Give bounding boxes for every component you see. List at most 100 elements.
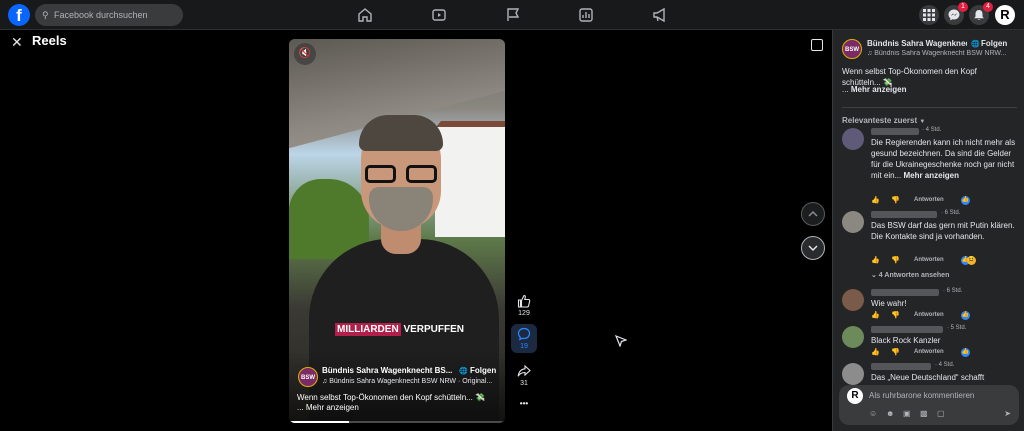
comment-reply-button[interactable]: Antworten	[914, 197, 944, 203]
side-more-link[interactable]: Mehr anzeigen	[851, 85, 907, 94]
comment-text: Das BSW darf das gern mit Putin klären. …	[871, 220, 1017, 242]
comments-panel: BSW Bündnis Sahra Wagenknec... 🌐 Folgen …	[832, 30, 1024, 431]
video-person-glasses	[365, 165, 437, 183]
reel-video[interactable]: 🔇 MILLIARDEN VERPUFFEN BSW Bündnis Sahra…	[289, 39, 505, 423]
comment-reply-button[interactable]: Antworten	[914, 349, 944, 355]
comment-author-blurred[interactable]	[871, 289, 939, 296]
share-icon	[517, 364, 531, 377]
comment-avatar[interactable]	[842, 289, 864, 311]
avatar-sticker-icon[interactable]: ☺	[869, 409, 886, 418]
search-icon: ⚲	[42, 10, 49, 20]
sort-dropdown[interactable]: Relevanteste zuerst ▼	[842, 116, 925, 125]
comment-author-blurred[interactable]	[871, 326, 943, 333]
comment-time[interactable]: · 4 Std.	[935, 362, 954, 368]
comment-dislike-icon[interactable]: 👎	[891, 348, 900, 356]
comment-time[interactable]: · 6 Std.	[943, 288, 962, 294]
mouse-cursor-icon	[615, 335, 627, 347]
comment-dislike-icon[interactable]: 👎	[891, 196, 900, 204]
camera-icon[interactable]: ▣	[903, 409, 920, 418]
facebook-logo[interactable]: f	[8, 4, 30, 26]
comment-count: 19	[520, 343, 528, 350]
like-button[interactable]: 129	[511, 294, 537, 317]
comment-like-icon[interactable]: 👍	[871, 196, 880, 204]
notifications-button[interactable]: 4	[969, 2, 993, 25]
video-progress-bar[interactable]	[289, 421, 505, 423]
comment-icon	[517, 327, 531, 341]
comment-avatar[interactable]	[842, 363, 864, 385]
comment-text: Die Regierenden kann ich nicht mehr als …	[871, 137, 1017, 181]
comment-dislike-icon[interactable]: 👎	[891, 256, 900, 264]
gaming-icon[interactable]	[578, 7, 594, 23]
video-description: Wenn selbst Top-Ökonomen den Kopf schütt…	[297, 393, 485, 402]
video-more-link[interactable]: ... Mehr anzeigen	[297, 403, 359, 412]
share-button[interactable]: 31	[511, 364, 537, 387]
comment-time[interactable]: · 5 Std.	[947, 325, 966, 331]
collapse-panel-icon[interactable]	[811, 39, 823, 51]
view-replies-link[interactable]: ⌄ 4 Antworten ansehen	[871, 271, 949, 279]
comment-body: Das BSW darf das gern mit Putin klären. …	[871, 221, 1015, 241]
comment-composer[interactable]: R Als ruhrbarone kommentieren ☺ ☻ ▣ ▩ ▢ ➤	[839, 385, 1019, 425]
comment-like-icon[interactable]: 👍	[871, 348, 880, 356]
side-audio-label[interactable]: ♫ Bündnis Sahra Wagenknecht BSW NRW...	[867, 50, 1017, 57]
comment-avatar[interactable]	[842, 211, 864, 233]
comment-time[interactable]: · 4 Std.	[922, 127, 941, 133]
previous-reel-button[interactable]	[801, 202, 825, 226]
comment-input[interactable]: Als ruhrbarone kommentieren	[869, 391, 974, 400]
megaphone-icon[interactable]	[652, 7, 668, 23]
thumbs-up-icon	[517, 294, 531, 308]
comment-author-blurred[interactable]	[871, 128, 919, 135]
chevron-up-icon	[808, 210, 818, 217]
comment-like-icon[interactable]: 👍	[871, 256, 880, 264]
search-placeholder: Facebook durchsuchen	[54, 10, 148, 20]
caption-rest: VERPUFFEN	[400, 324, 465, 335]
chevron-down-icon	[808, 245, 818, 252]
comment-reply-button[interactable]: Antworten	[914, 312, 944, 318]
close-icon[interactable]: ✕	[11, 34, 23, 51]
comment-more-link[interactable]: Mehr anzeigen	[903, 171, 959, 180]
video-overlay-gradient	[289, 351, 505, 423]
side-page-name[interactable]: Bündnis Sahra Wagenknec...	[867, 39, 967, 48]
share-count: 31	[520, 380, 528, 387]
like-reaction-icon: 👍	[961, 311, 970, 320]
comment-dislike-icon[interactable]: 👎	[891, 311, 900, 319]
comment-avatar[interactable]	[842, 128, 864, 150]
comment-like-icon[interactable]: 👍	[871, 311, 880, 319]
comment-time[interactable]: · 6 Std.	[941, 210, 960, 216]
search-input[interactable]: ⚲ Facebook durchsuchen	[35, 4, 183, 26]
video-audio-label[interactable]: ♫ Bündnis Sahra Wagenknecht BSW NRW · Or…	[322, 378, 492, 385]
video-caption: MILLIARDEN VERPUFFEN	[335, 323, 465, 336]
comment-reply-button[interactable]: Antworten	[914, 257, 944, 263]
video-icon[interactable]	[431, 7, 447, 23]
sticker-icon[interactable]: ▢	[937, 409, 954, 418]
video-person-hair	[359, 115, 443, 151]
profile-avatar[interactable]: R	[995, 5, 1015, 25]
more-options-icon[interactable]: •••	[511, 399, 537, 408]
video-page-name[interactable]: Bündnis Sahra Wagenknecht BS...	[322, 366, 452, 375]
bell-icon	[974, 10, 984, 20]
notifications-badge: 4	[983, 2, 993, 12]
page-logo[interactable]: BSW	[298, 367, 318, 387]
messenger-button[interactable]: 1	[944, 2, 968, 25]
comment-author-blurred[interactable]	[871, 211, 937, 218]
top-bar: f ⚲ Facebook durchsuchen 1 4 R	[0, 0, 1024, 30]
menu-grid-button[interactable]	[919, 5, 939, 25]
flag-icon[interactable]	[505, 7, 521, 23]
like-reaction-icon: 👍	[961, 348, 970, 357]
comment-author-blurred[interactable]	[871, 363, 931, 370]
send-icon[interactable]: ➤	[1004, 409, 1011, 418]
side-more-line: ... Mehr anzeigen	[842, 85, 906, 94]
emoji-icon[interactable]: ☻	[886, 409, 903, 418]
mute-icon[interactable]: 🔇	[294, 43, 316, 65]
video-follow-button[interactable]: Folgen	[470, 366, 496, 375]
side-follow-button[interactable]: Folgen	[981, 39, 1007, 48]
composer-avatar: R	[847, 388, 863, 404]
next-reel-button[interactable]	[801, 236, 825, 260]
comment-body: Wie wahr!	[871, 299, 907, 308]
comment-actions: 👍 👎 Antworten 👍	[871, 311, 1021, 321]
comment-button[interactable]: 19	[511, 324, 537, 353]
comment-avatar[interactable]	[842, 326, 864, 348]
page-logo[interactable]: BSW	[842, 39, 862, 59]
gif-icon[interactable]: ▩	[920, 409, 937, 418]
sort-label: Relevanteste zuerst	[842, 116, 918, 125]
home-icon[interactable]	[357, 7, 373, 23]
